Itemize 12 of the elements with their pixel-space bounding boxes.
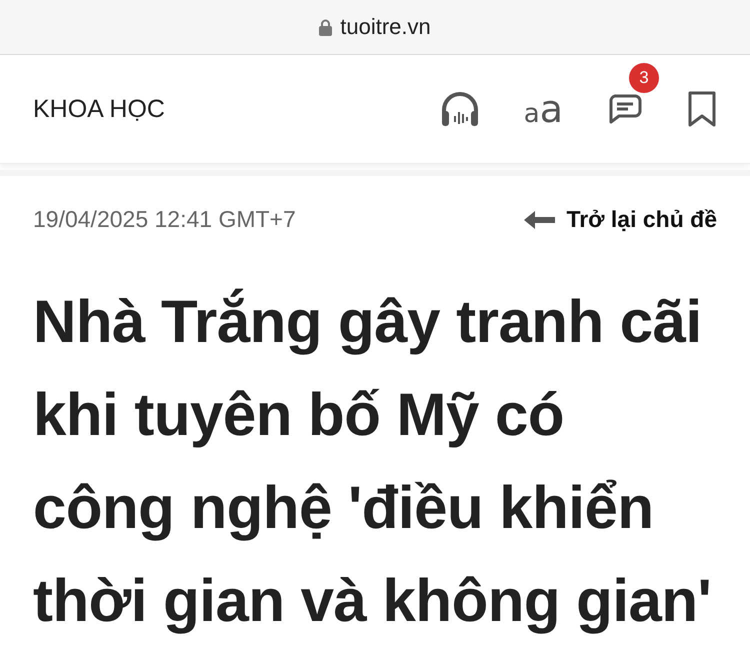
publish-date: 19/04/2025 12:41 GMT+7 [33, 206, 296, 233]
headphones-icon[interactable] [440, 91, 480, 127]
back-to-topic-link[interactable]: Trở lại chủ đề [566, 206, 717, 233]
lock-icon [319, 18, 332, 36]
back-arrow-icon [522, 210, 556, 230]
address-bar-url[interactable]: tuoitre.vn [340, 14, 431, 40]
comment-icon[interactable] [607, 92, 643, 126]
section-title[interactable]: KHOA HỌC [33, 94, 440, 124]
font-size-button[interactable]: aa [524, 90, 563, 128]
comment-count-badge: 3 [629, 63, 659, 93]
article-title: Nhà Trắng gây tranh cãi khi tuyên bố Mỹ có công nghệ 'điều khiển thời gian và không gian' [33, 287, 712, 636]
bookmark-icon[interactable] [687, 90, 717, 128]
